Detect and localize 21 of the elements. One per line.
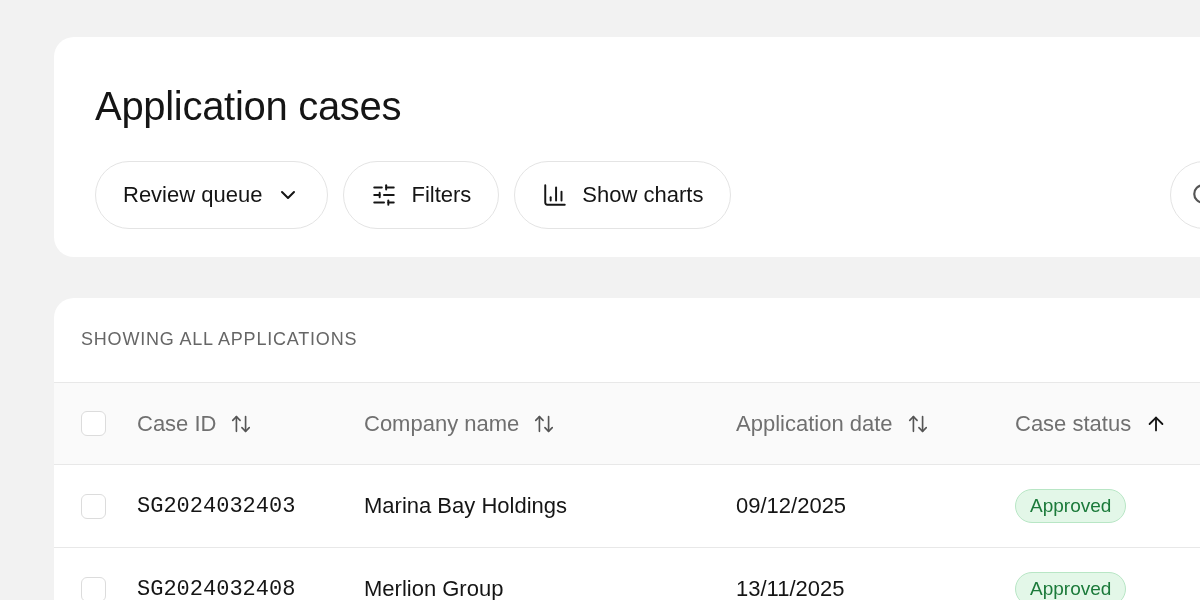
case-id-cell: SG2024032403 — [137, 493, 296, 519]
case-id-cell: SG2024032408 — [137, 576, 296, 600]
row-checkbox[interactable] — [81, 493, 106, 519]
column-header[interactable]: Application date — [736, 410, 929, 437]
select-all-checkbox[interactable] — [81, 411, 106, 436]
date-cell: 13/11/2025 — [736, 576, 845, 600]
charts-button[interactable]: Show charts — [514, 161, 732, 229]
page-title: Application cases — [95, 83, 403, 130]
column-header[interactable]: Case ID — [137, 410, 253, 437]
company-cell: Marina Bay Holdings — [364, 493, 567, 519]
company-cell: Merlion Group — [364, 576, 504, 600]
column-header[interactable]: Case status — [1015, 410, 1168, 437]
column-header[interactable]: Company name — [364, 410, 556, 437]
queue-dropdown[interactable]: Review queue — [95, 161, 329, 229]
row-checkbox[interactable] — [81, 576, 106, 600]
filters-button[interactable]: Filters — [343, 161, 500, 229]
status-badge: Approved — [1015, 489, 1127, 523]
sliders-icon — [371, 182, 398, 208]
bar-chart-icon — [542, 182, 569, 208]
status-badge: Approved — [1015, 572, 1127, 600]
date-cell: 09/12/2025 — [736, 493, 847, 519]
